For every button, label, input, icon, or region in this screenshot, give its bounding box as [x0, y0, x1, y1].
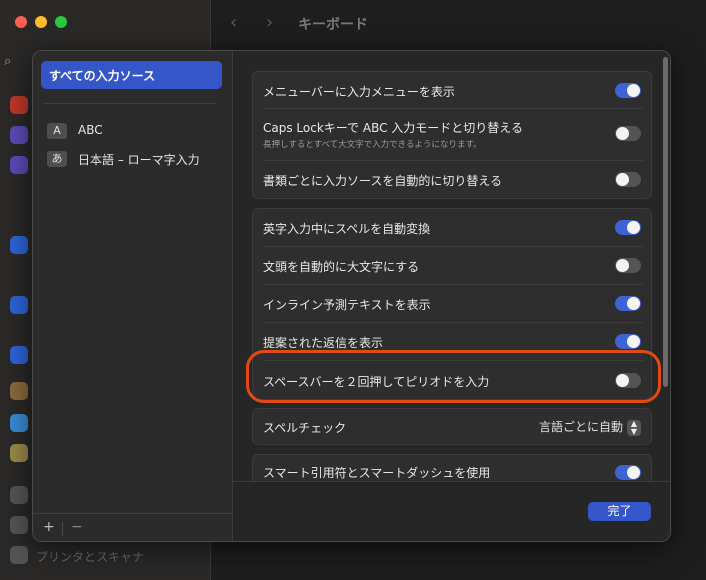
close-window-button[interactable]	[15, 16, 27, 28]
source-item-all[interactable]: すべての入力ソース	[41, 61, 222, 89]
wallet-icon[interactable]	[10, 444, 28, 462]
abc-icon: A	[47, 123, 67, 139]
option-row: スマート引用符とスマートダッシュを使用	[253, 455, 651, 481]
chevron-updown-icon: ▲ ▼	[627, 419, 641, 436]
option-label: Caps Lockキーで ABC 入力モードと切り替える	[263, 121, 523, 135]
focus-icon[interactable]	[10, 126, 28, 144]
window-title: キーボード	[298, 17, 368, 33]
option-row: 書類ごとに入力ソースを自動的に切り替える	[253, 161, 651, 198]
option-label: 書類ごとに入力ソースを自動的に切り替える	[263, 174, 503, 188]
option-label: スマート引用符とスマートダッシュを使用	[263, 466, 491, 480]
option-label: インライン予測テキストを表示	[263, 298, 431, 312]
zoom-window-button[interactable]	[55, 16, 67, 28]
option-row: メニューバーに入力メニューを表示	[253, 72, 651, 108]
forward-icon[interactable]: ›	[266, 12, 273, 33]
spell-check-popup[interactable]: 言語ごとに自動 ▲ ▼	[539, 418, 641, 436]
smart-quotes-toggle[interactable]	[615, 465, 641, 480]
source-list-footer-divider	[33, 513, 232, 514]
option-row: スペルチェック 言語ごとに自動 ▲ ▼	[253, 409, 651, 444]
users-icon[interactable]	[10, 296, 28, 314]
option-label: メニューバーに入力メニューを表示	[263, 85, 455, 99]
option-label: 英字入力中にスペルを自動変換	[263, 222, 431, 236]
option-label: スペルチェック	[263, 421, 347, 435]
option-label: 文頭を自動的に大文字にする	[263, 260, 420, 274]
privacy-icon[interactable]	[10, 236, 28, 254]
game-center-icon[interactable]	[10, 382, 28, 400]
auto-capitalize-toggle[interactable]	[615, 258, 641, 273]
sidebar-item-printers[interactable]: プリンタとスキャナ	[36, 548, 144, 565]
inline-predictive-text-toggle[interactable]	[615, 296, 641, 311]
suggested-replies-toggle[interactable]	[615, 334, 641, 349]
input-sources-sheet: すべての入力ソース A ABC あ 日本語 – ローマ字入力 + − メニューバ…	[32, 50, 671, 542]
sound-icon[interactable]	[10, 96, 28, 114]
source-item-all-label: すべての入力ソース	[49, 69, 156, 83]
option-row: 英字入力中にスペルを自動変換	[253, 209, 651, 246]
auto-correct-spelling-toggle[interactable]	[615, 220, 641, 235]
option-row: 文頭を自動的に大文字にする	[253, 247, 651, 284]
minimize-window-button[interactable]	[35, 16, 47, 28]
keyboard-icon[interactable]	[10, 486, 28, 504]
source-item-japanese-romaji[interactable]: あ 日本語 – ローマ字入力	[47, 150, 227, 168]
options-group-input-menu: メニューバーに入力メニューを表示 Caps Lockキーで ABC 入力モードと…	[252, 71, 652, 199]
caps-lock-abc-toggle[interactable]	[615, 126, 641, 141]
done-button[interactable]: 完了	[588, 502, 651, 521]
search-icon[interactable]: ⌕	[4, 54, 11, 69]
option-sublabel: 長押しするとすべて大文字で入力できるようになります。	[263, 140, 482, 150]
remove-source-button[interactable]: −	[71, 519, 83, 535]
input-source-list: すべての入力ソース A ABC あ 日本語 – ローマ字入力 + −	[33, 51, 233, 541]
options-group-spell-check: スペルチェック 言語ごとに自動 ▲ ▼	[252, 408, 652, 445]
hiragana-icon: あ	[47, 151, 67, 167]
spell-check-value: 言語ごとに自動	[538, 420, 623, 434]
mouse-icon[interactable]	[10, 516, 28, 534]
source-item-abc[interactable]: A ABC	[47, 122, 227, 140]
input-source-options: メニューバーに入力メニューを表示 Caps Lockキーで ABC 入力モードと…	[233, 51, 670, 481]
option-row: インライン予測テキストを表示	[253, 285, 651, 322]
source-item-label: ABC	[78, 123, 103, 137]
source-item-label: 日本語 – ローマ字入力	[78, 153, 200, 167]
icloud-icon[interactable]	[10, 414, 28, 432]
printer-icon[interactable]	[10, 546, 28, 564]
back-icon[interactable]: ‹	[230, 12, 237, 33]
scrollbar-thumb[interactable]	[663, 57, 668, 387]
highlight-annotation	[246, 350, 661, 403]
button-separator	[62, 522, 63, 536]
option-row: Caps Lockキーで ABC 入力モードと切り替える 長押しするとすべて大文…	[253, 109, 651, 159]
options-scrollbar[interactable]	[661, 51, 670, 481]
screen-time-icon[interactable]	[10, 156, 28, 174]
auto-switch-source-toggle[interactable]	[615, 172, 641, 187]
source-list-divider	[43, 103, 215, 104]
show-input-menu-toggle[interactable]	[615, 83, 641, 98]
options-group-smart-quotes: スマート引用符とスマートダッシュを使用	[252, 454, 652, 481]
add-source-button[interactable]: +	[43, 519, 55, 535]
option-label: 提案された返信を表示	[263, 336, 384, 350]
internet-accounts-icon[interactable]	[10, 346, 28, 364]
sheet-footer-divider	[233, 481, 670, 482]
